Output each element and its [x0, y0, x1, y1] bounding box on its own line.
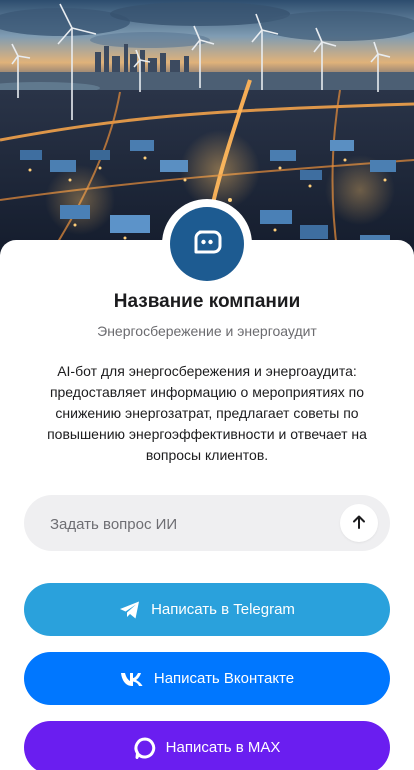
send-button[interactable] [340, 504, 378, 542]
telegram-button-label: Написать в Telegram [151, 601, 295, 618]
company-name: Название компании [113, 291, 301, 312]
company-avatar [162, 199, 252, 289]
chat-bot-icon [192, 227, 222, 262]
company-subtitle: Энергосбережение и энергоаудит [97, 323, 317, 339]
max-icon [134, 736, 156, 759]
arrow-up-icon [351, 514, 367, 533]
max-button-label: Написать в MAX [165, 739, 281, 756]
vk-button-label: Написать Вконтакте [153, 670, 295, 687]
ask-ai-input[interactable] [48, 495, 332, 553]
max-button[interactable]: Написать в MAX [24, 721, 390, 770]
ask-ai-box [24, 495, 390, 553]
page: Название компании Энергосбережение и эне… [0, 0, 414, 770]
telegram-icon [119, 600, 141, 620]
avatar-circle [170, 207, 244, 281]
vk-icon [120, 671, 144, 687]
telegram-button[interactable]: Написать в Telegram [24, 583, 390, 636]
company-description: AI-бот для энергосбережения и энергоауди… [47, 363, 367, 463]
vk-button[interactable]: Написать Вконтакте [24, 652, 390, 705]
